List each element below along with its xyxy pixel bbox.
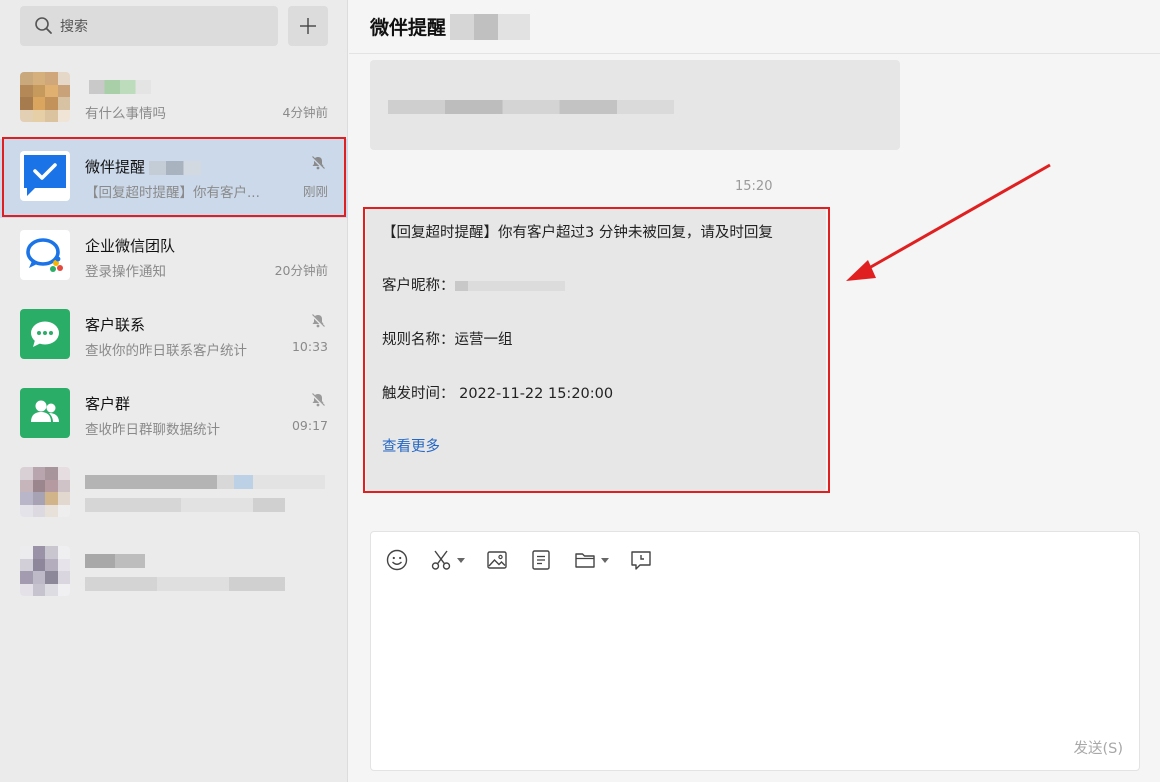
conversation-item-customer-group[interactable]: 客户群 查收昨日群聊数据统计 09:17 — [0, 376, 348, 455]
mute-bell-icon — [311, 393, 325, 407]
redacted-name — [85, 472, 325, 490]
chat-history-button[interactable] — [629, 547, 653, 573]
weiban-reminder-avatar — [20, 151, 70, 201]
emoji-button[interactable] — [385, 547, 409, 573]
conversation-time: 09:17 — [291, 418, 328, 433]
conversation-name — [85, 77, 151, 95]
conversation-preview: 有什么事情吗 — [85, 106, 166, 122]
avatar — [20, 467, 70, 517]
search-box[interactable]: 搜索 — [20, 6, 278, 46]
conversation-item[interactable] — [0, 534, 348, 613]
conversation-preview: 登录操作通知 — [85, 264, 166, 280]
wecom-team-avatar — [20, 230, 70, 280]
conversation-name: 企业微信团队 — [85, 237, 176, 255]
chevron-down-icon[interactable] — [601, 556, 609, 564]
conversation-time: 刚刚 — [302, 184, 328, 199]
conversation-item-weiban[interactable]: 微伴提醒 【回复超时提醒】你有客户... 刚刚 — [0, 139, 348, 218]
image-button[interactable] — [485, 547, 509, 573]
redacted-preview — [85, 576, 285, 592]
conversation-item[interactable]: 有什么事情吗 4分钟前 — [0, 60, 348, 139]
message-timestamp: 15:20 — [735, 179, 773, 194]
redacted-name — [450, 14, 531, 40]
redacted-name — [85, 551, 145, 569]
conversation-name: 微伴提醒 — [85, 156, 202, 177]
scissors-icon — [431, 550, 451, 570]
conversation-sidebar: 搜索 有什么事情吗 4分钟前 微伴提醒 【回复超时提醒】你有客户... 刚刚 企… — [0, 0, 348, 782]
conversation-item-customer-contact[interactable]: 客户联系 查收你的昨日联系客户统计 10:33 — [0, 297, 348, 376]
search-placeholder: 搜索 — [60, 19, 88, 35]
redacted-nickname — [454, 281, 565, 291]
redacted-message — [388, 100, 674, 114]
redacted-name — [89, 79, 151, 94]
chat-title: 微伴提醒 — [370, 13, 531, 40]
chat-bubble-icon — [31, 321, 59, 347]
conversation-preview: 查收你的昨日联系客户统计 — [85, 343, 247, 359]
send-button[interactable]: 发送(S) — [1073, 737, 1123, 758]
add-button[interactable] — [288, 6, 328, 46]
trigger-time-line: 触发时间： 2022-11-22 15:20:00 — [382, 386, 614, 402]
wecom-logo-icon — [26, 238, 63, 272]
composer-toolbar — [385, 546, 673, 574]
message-headline: 【回复超时提醒】你有客户超过3 分钟未被回复，请及时回复 — [382, 225, 773, 241]
customer-contact-avatar — [20, 309, 70, 359]
redacted-preview — [85, 497, 285, 513]
chat-header: 微伴提醒 — [349, 0, 1160, 54]
customer-nickname-line: 客户昵称： — [382, 274, 565, 295]
group-people-icon — [31, 400, 59, 422]
redacted-name — [149, 160, 202, 175]
search-icon — [35, 17, 52, 34]
message-composer[interactable]: 发送(S) — [370, 531, 1140, 771]
chat-history-icon — [631, 551, 651, 570]
check-chat-icon — [24, 155, 66, 196]
conversation-preview: 查收昨日群聊数据统计 — [85, 422, 220, 438]
customer-group-avatar — [20, 388, 70, 438]
plus-icon — [300, 18, 316, 34]
folder-icon — [575, 553, 595, 568]
conversation-item[interactable] — [0, 455, 348, 534]
image-icon — [487, 551, 507, 569]
conversation-name: 客户群 — [85, 395, 131, 413]
previous-message-bubble[interactable] — [370, 60, 900, 150]
conversation-list: 有什么事情吗 4分钟前 微伴提醒 【回复超时提醒】你有客户... 刚刚 企业微信… — [0, 60, 348, 613]
conversation-time: 4分钟前 — [282, 105, 328, 120]
document-icon — [532, 550, 550, 570]
avatar — [20, 546, 70, 596]
view-more-link[interactable]: 查看更多 — [382, 435, 440, 456]
reminder-message-bubble[interactable]: 【回复超时提醒】你有客户超过3 分钟未被回复，请及时回复 客户昵称： 规则名称：… — [366, 207, 826, 492]
avatar — [20, 72, 70, 122]
conversation-preview: 【回复超时提醒】你有客户... — [85, 185, 260, 201]
document-button[interactable] — [529, 547, 553, 573]
emoji-icon — [386, 549, 408, 571]
message-area: 15:20 【回复超时提醒】你有客户超过3 分钟未被回复，请及时回复 客户昵称：… — [349, 55, 1160, 525]
conversation-item-wecom-team[interactable]: 企业微信团队 登录操作通知 20分钟前 — [0, 218, 348, 297]
annotation-arrow — [846, 163, 1051, 281]
chevron-down-icon[interactable] — [457, 556, 465, 564]
mute-bell-icon — [311, 156, 325, 170]
rule-name-line: 规则名称：运营一组 — [382, 332, 513, 348]
mute-bell-icon — [311, 314, 325, 328]
conversation-name: 客户联系 — [85, 316, 146, 334]
conversation-time: 10:33 — [291, 339, 328, 354]
screenshot-button[interactable] — [429, 547, 465, 573]
file-button[interactable] — [573, 547, 609, 573]
conversation-time: 20分钟前 — [274, 263, 328, 278]
